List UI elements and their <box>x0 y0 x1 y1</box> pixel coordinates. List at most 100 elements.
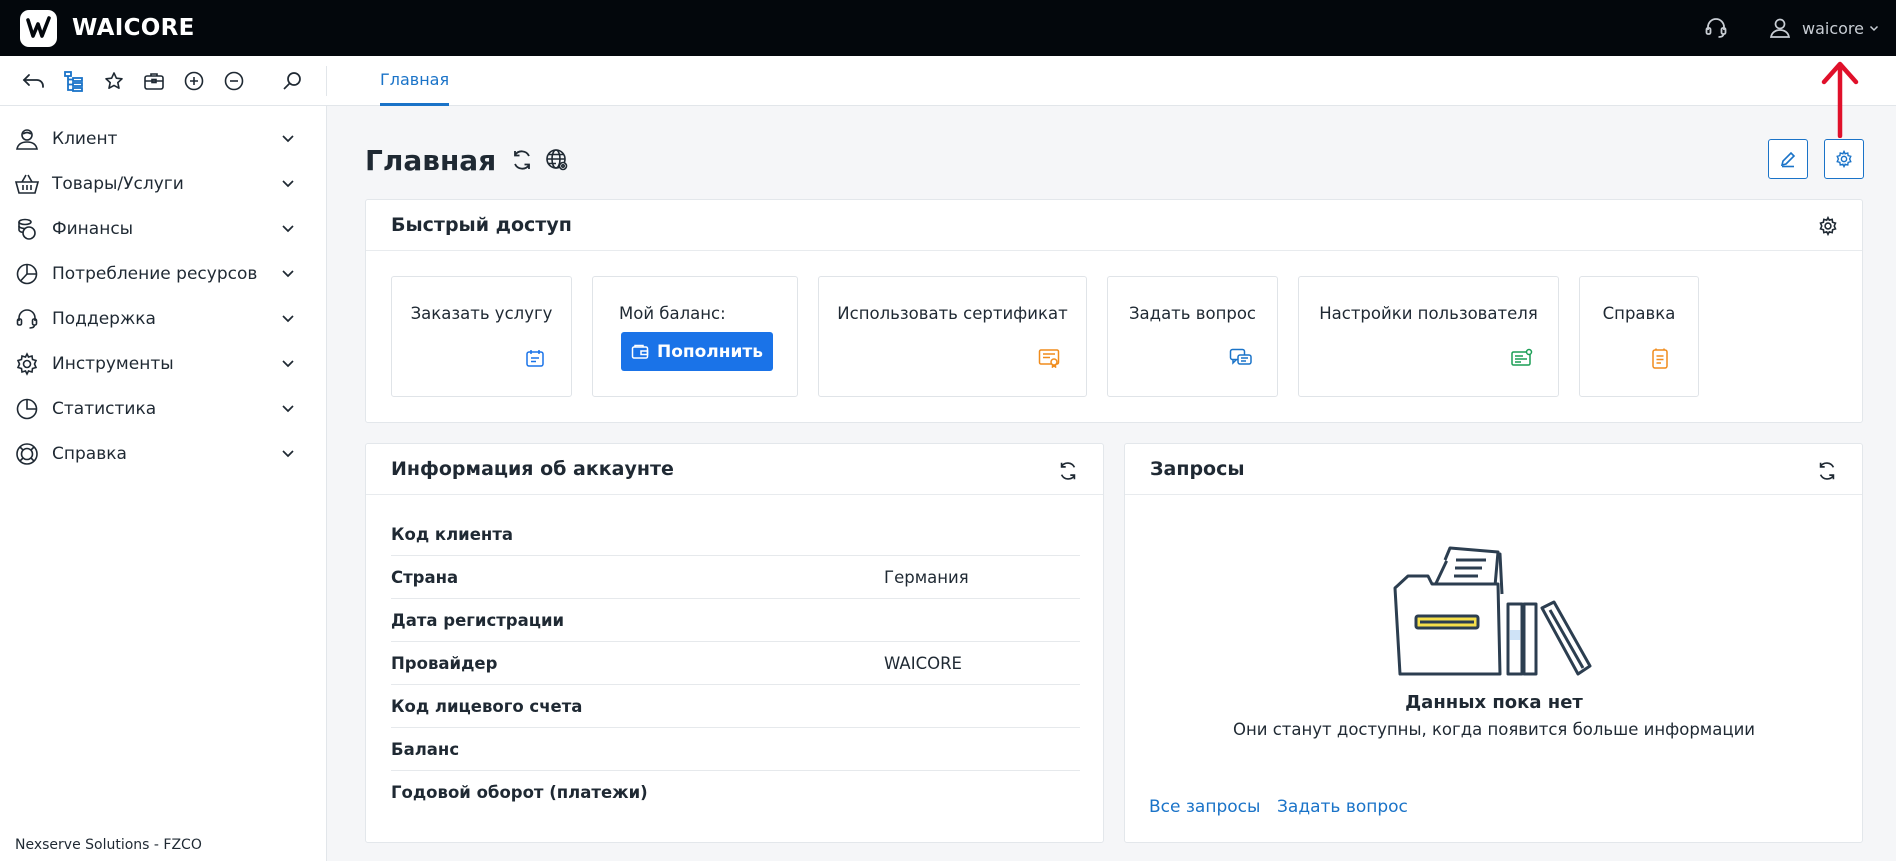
client-icon <box>14 126 40 152</box>
user-settings-icon <box>1510 348 1534 368</box>
all-requests-link[interactable]: Все запросы <box>1149 797 1260 817</box>
refresh-icon[interactable] <box>510 148 534 172</box>
chevron-down-icon <box>1868 22 1880 34</box>
tile-label: Настройки пользователя <box>1319 304 1538 323</box>
logo[interactable]: WAICORE <box>20 9 195 47</box>
card-title: Запросы <box>1150 458 1245 480</box>
sidebar-item-label: Клиент <box>52 128 118 149</box>
account-info-card: Информация об аккаунте Код клиента Стран… <box>365 443 1104 843</box>
topup-button[interactable]: Пополнить <box>621 332 773 371</box>
zoom-in-icon[interactable] <box>174 61 214 101</box>
chevron-down-icon <box>280 310 296 326</box>
info-label: Дата регистрации <box>391 610 565 630</box>
sidebar-item-label: Справка <box>52 443 127 464</box>
balance-label: Мой баланс: <box>619 304 726 323</box>
page-header: Главная <box>365 140 570 180</box>
gear-icon[interactable] <box>1818 216 1838 236</box>
sidebar-item-label: Товары/Услуги <box>52 173 184 194</box>
chat-icon <box>1229 348 1253 368</box>
info-row-provider: Провайдер WAICORE <box>391 642 1080 685</box>
briefcase-icon[interactable] <box>134 61 174 101</box>
info-row-country: Страна Германия <box>391 556 1080 599</box>
toolbar-divider <box>326 66 327 96</box>
document-icon <box>1650 348 1670 370</box>
sidebar-item-resources[interactable]: Потребление ресурсов <box>0 251 326 296</box>
star-icon[interactable] <box>94 61 134 101</box>
info-row-annual-turnover: Годовой оборот (платежи) <box>391 771 1080 814</box>
basket-icon <box>14 171 40 197</box>
user-icon <box>1768 16 1792 40</box>
info-row-account-code: Код лицевого счета <box>391 685 1080 728</box>
gear-icon <box>1835 150 1853 168</box>
certificate-icon <box>1038 348 1060 368</box>
top-bar: WAICORE waicore <box>0 0 1896 56</box>
sidebar-item-client[interactable]: Клиент <box>0 116 326 161</box>
refresh-icon[interactable] <box>1057 460 1079 482</box>
sidebar-item-label: Финансы <box>52 218 134 239</box>
sidebar-item-tools[interactable]: Инструменты <box>0 341 326 386</box>
tile-label: Задать вопрос <box>1128 304 1257 323</box>
info-value: Германия <box>884 567 969 587</box>
settings-button[interactable] <box>1824 139 1864 179</box>
back-arrow-icon[interactable] <box>14 61 54 101</box>
brand-name: WAICORE <box>72 15 195 41</box>
sidebar-item-label: Инструменты <box>52 353 174 374</box>
tile-order-service[interactable]: Заказать услугу <box>391 276 572 397</box>
lifebuoy-icon <box>14 441 40 467</box>
tile-user-settings[interactable]: Настройки пользователя <box>1298 276 1559 397</box>
sidebar-item-help[interactable]: Справка <box>0 431 326 476</box>
sidebar-item-label: Статистика <box>52 398 157 419</box>
chevron-down-icon <box>280 355 296 371</box>
ask-question-link[interactable]: Задать вопрос <box>1277 797 1408 817</box>
wallet-icon <box>631 344 649 360</box>
sidebar-item-label: Потребление ресурсов <box>52 263 258 284</box>
pie-chart-icon <box>14 261 40 287</box>
tab-home[interactable]: Главная <box>380 56 450 106</box>
chevron-down-icon <box>280 130 296 146</box>
annotation-arrow-icon <box>1821 61 1859 138</box>
tile-label: Использовать сертификат <box>837 304 1068 323</box>
tile-label: Справка <box>1602 304 1676 323</box>
info-label: Код клиента <box>391 524 514 544</box>
sidebar-item-products[interactable]: Товары/Услуги <box>0 161 326 206</box>
empty-folder-illustration-icon <box>1393 546 1592 676</box>
tile-balance: Мой баланс: Пополнить <box>592 276 798 397</box>
empty-state-title: Данных пока нет <box>1405 692 1583 713</box>
topup-label: Пополнить <box>656 341 764 362</box>
card-title: Информация об аккаунте <box>391 458 674 480</box>
globe-settings-icon[interactable] <box>544 147 570 173</box>
refresh-icon[interactable] <box>1816 460 1838 482</box>
edit-button[interactable] <box>1768 139 1808 179</box>
sidebar-item-support[interactable]: Поддержка <box>0 296 326 341</box>
username: waicore <box>1802 18 1864 38</box>
info-value: WAICORE <box>884 653 962 673</box>
chevron-down-icon <box>280 220 296 236</box>
logo-mark-icon <box>20 9 57 47</box>
card-title: Быстрый доступ <box>391 214 572 236</box>
tree-structure-icon[interactable] <box>54 61 94 101</box>
toolbar: Главная <box>0 56 1896 106</box>
sidebar-item-label: Поддержка <box>52 308 156 329</box>
tile-help[interactable]: Справка <box>1579 276 1699 397</box>
info-label: Страна <box>391 567 459 587</box>
search-icon[interactable] <box>272 61 312 101</box>
support-headset-icon[interactable] <box>1704 16 1728 40</box>
info-row-registration-date: Дата регистрации <box>391 599 1080 642</box>
sidebar-item-statistics[interactable]: Статистика <box>0 386 326 431</box>
zoom-out-icon[interactable] <box>214 61 254 101</box>
tile-use-certificate[interactable]: Использовать сертификат <box>818 276 1087 397</box>
company-footer: Nexserve Solutions - FZCO <box>15 837 202 853</box>
pencil-icon <box>1779 150 1797 168</box>
sidebar-item-finance[interactable]: Финансы <box>0 206 326 251</box>
empty-state-subtitle: Они станут доступны, когда появится боль… <box>1232 720 1756 739</box>
sidebar: Клиент Товары/Услуги Финансы Потребление… <box>0 106 327 861</box>
tile-label: Заказать услугу <box>410 304 553 323</box>
tile-ask-question[interactable]: Задать вопрос <box>1107 276 1278 397</box>
info-label: Баланс <box>391 739 460 759</box>
chevron-down-icon <box>280 265 296 281</box>
pie-chart-icon <box>14 396 40 422</box>
user-menu[interactable]: waicore <box>1768 16 1880 40</box>
headset-icon <box>14 306 40 332</box>
coins-icon <box>14 216 40 242</box>
chevron-down-icon <box>280 175 296 191</box>
